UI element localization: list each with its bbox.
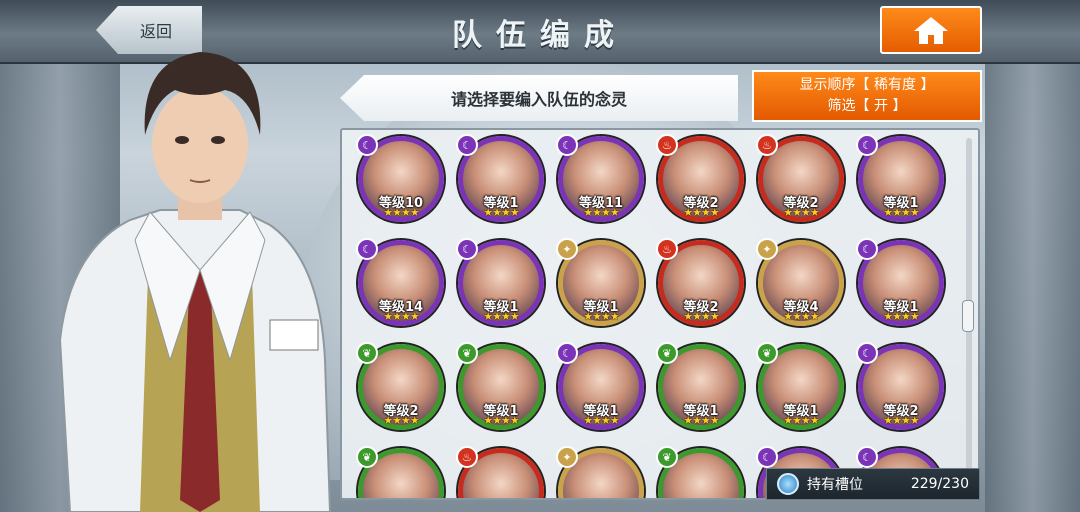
unit-stars: ★★★★ bbox=[383, 414, 419, 427]
unit-grid: ☾ 等级10 ★★★★ ☾ 等级1 ★★★★ ☾ 等级11 ★★★★ ♨ 等级2 ★★★★ ♨ 等级2 ★★… bbox=[356, 134, 944, 498]
unit-stars: ★★★★ bbox=[483, 414, 519, 427]
unit-stars: ★★★★ bbox=[683, 206, 719, 219]
instruction-banner: 请选择要编入队伍的念灵 bbox=[340, 75, 738, 121]
unit-stars: ★★★★ bbox=[883, 414, 919, 427]
unit-card[interactable]: ☾ 等级11 ★★★★ bbox=[556, 134, 644, 224]
unit-grid-panel: ☾ 等级10 ★★★★ ☾ 等级1 ★★★★ ☾ 等级11 ★★★★ ♨ 等级2 ★★★★ ♨ 等级2 ★★… bbox=[340, 128, 980, 500]
red-element-icon: ♨ bbox=[656, 238, 678, 260]
unit-card[interactable]: ✦ 等级4 ★★★★ bbox=[756, 238, 844, 328]
unit-card[interactable]: ☾ 等级1 ★★★★ bbox=[456, 134, 544, 224]
green-element-icon: ❦ bbox=[456, 342, 478, 364]
green-element-icon: ❦ bbox=[656, 342, 678, 364]
purple-element-icon: ☾ bbox=[356, 134, 378, 156]
unit-card[interactable]: ☾ 等级1 ★★★★ bbox=[856, 134, 944, 224]
home-button[interactable] bbox=[880, 6, 982, 54]
purple-element-icon: ☾ bbox=[756, 446, 778, 468]
sort-filter-button[interactable]: 显示顺序【 稀有度 】 筛选【 开 】 bbox=[752, 70, 982, 122]
purple-element-icon: ☾ bbox=[856, 446, 878, 468]
unit-card[interactable]: ☾ 等级1 ★★★★ bbox=[456, 238, 544, 328]
purple-element-icon: ☾ bbox=[556, 134, 578, 156]
unit-stars: ★★★★ bbox=[883, 206, 919, 219]
unit-stars: ★★★★ bbox=[583, 414, 619, 427]
green-element-icon: ❦ bbox=[756, 342, 778, 364]
unit-card[interactable]: ✦ 等级1 ★★★★ bbox=[556, 238, 644, 328]
purple-element-icon: ☾ bbox=[856, 134, 878, 156]
unit-card[interactable]: ❦ 等级2 ★★★★ bbox=[356, 342, 444, 432]
purple-element-icon: ☾ bbox=[556, 342, 578, 364]
unit-card[interactable]: ❦ bbox=[356, 446, 444, 498]
gold-element-icon: ✦ bbox=[756, 238, 778, 260]
unit-card[interactable]: ♨ 等级2 ★★★★ bbox=[656, 238, 744, 328]
unit-card[interactable]: ❦ 等级1 ★★★★ bbox=[656, 342, 744, 432]
unit-card[interactable]: ♨ bbox=[456, 446, 544, 498]
slot-count: 229/230 bbox=[910, 476, 969, 492]
gold-element-icon: ✦ bbox=[556, 446, 578, 468]
unit-stars: ★★★★ bbox=[783, 206, 819, 219]
unit-stars: ★★★★ bbox=[483, 310, 519, 323]
back-button-label: 返回 bbox=[139, 22, 172, 41]
purple-element-icon: ☾ bbox=[856, 238, 878, 260]
green-element-icon: ❦ bbox=[656, 446, 678, 468]
unit-card[interactable]: ❦ 等级1 ★★★★ bbox=[456, 342, 544, 432]
gold-element-icon: ✦ bbox=[556, 238, 578, 260]
unit-card[interactable]: ♨ 等级2 ★★★★ bbox=[656, 134, 744, 224]
unit-card[interactable]: ✦ bbox=[556, 446, 644, 498]
unit-card[interactable]: ☾ 等级1 ★★★★ bbox=[856, 238, 944, 328]
purple-element-icon: ☾ bbox=[356, 238, 378, 260]
unit-card[interactable]: ❦ 等级1 ★★★★ bbox=[756, 342, 844, 432]
unit-stars: ★★★★ bbox=[683, 414, 719, 427]
unit-stars: ★★★★ bbox=[783, 414, 819, 427]
purple-element-icon: ☾ bbox=[456, 238, 478, 260]
unit-card[interactable]: ❦ bbox=[656, 446, 744, 498]
sort-order-label: 显示顺序【 稀有度 】 bbox=[799, 77, 935, 93]
purple-element-icon: ☾ bbox=[856, 342, 878, 364]
filter-label: 筛选【 开 】 bbox=[827, 98, 907, 114]
unit-card[interactable]: ☾ 等级1 ★★★★ bbox=[556, 342, 644, 432]
red-element-icon: ♨ bbox=[656, 134, 678, 156]
slot-counter: 持有槽位 229/230 bbox=[766, 468, 980, 500]
slot-label: 持有槽位 bbox=[807, 477, 863, 493]
background-wall-right bbox=[985, 62, 1080, 512]
unit-card[interactable]: ☾ 等级14 ★★★★ bbox=[356, 238, 444, 328]
green-element-icon: ❦ bbox=[356, 342, 378, 364]
red-element-icon: ♨ bbox=[456, 446, 478, 468]
red-element-icon: ♨ bbox=[756, 134, 778, 156]
unit-stars: ★★★★ bbox=[683, 310, 719, 323]
green-element-icon: ❦ bbox=[356, 446, 378, 468]
unit-stars: ★★★★ bbox=[483, 206, 519, 219]
scientist-character-illustration bbox=[58, 52, 332, 512]
unit-stars: ★★★★ bbox=[383, 206, 419, 219]
unit-card[interactable]: ♨ 等级2 ★★★★ bbox=[756, 134, 844, 224]
unit-stars: ★★★★ bbox=[583, 310, 619, 323]
unit-stars: ★★★★ bbox=[383, 310, 419, 323]
unit-card[interactable]: ☾ 等级2 ★★★★ bbox=[856, 342, 944, 432]
unit-stars: ★★★★ bbox=[783, 310, 819, 323]
unit-stars: ★★★★ bbox=[883, 310, 919, 323]
unit-stars: ★★★★ bbox=[583, 206, 619, 219]
unit-card[interactable]: ☾ 等级10 ★★★★ bbox=[356, 134, 444, 224]
slot-orb-icon bbox=[777, 473, 799, 495]
purple-element-icon: ☾ bbox=[456, 134, 478, 156]
home-icon bbox=[914, 17, 948, 44]
scrollbar-thumb[interactable] bbox=[962, 300, 974, 332]
